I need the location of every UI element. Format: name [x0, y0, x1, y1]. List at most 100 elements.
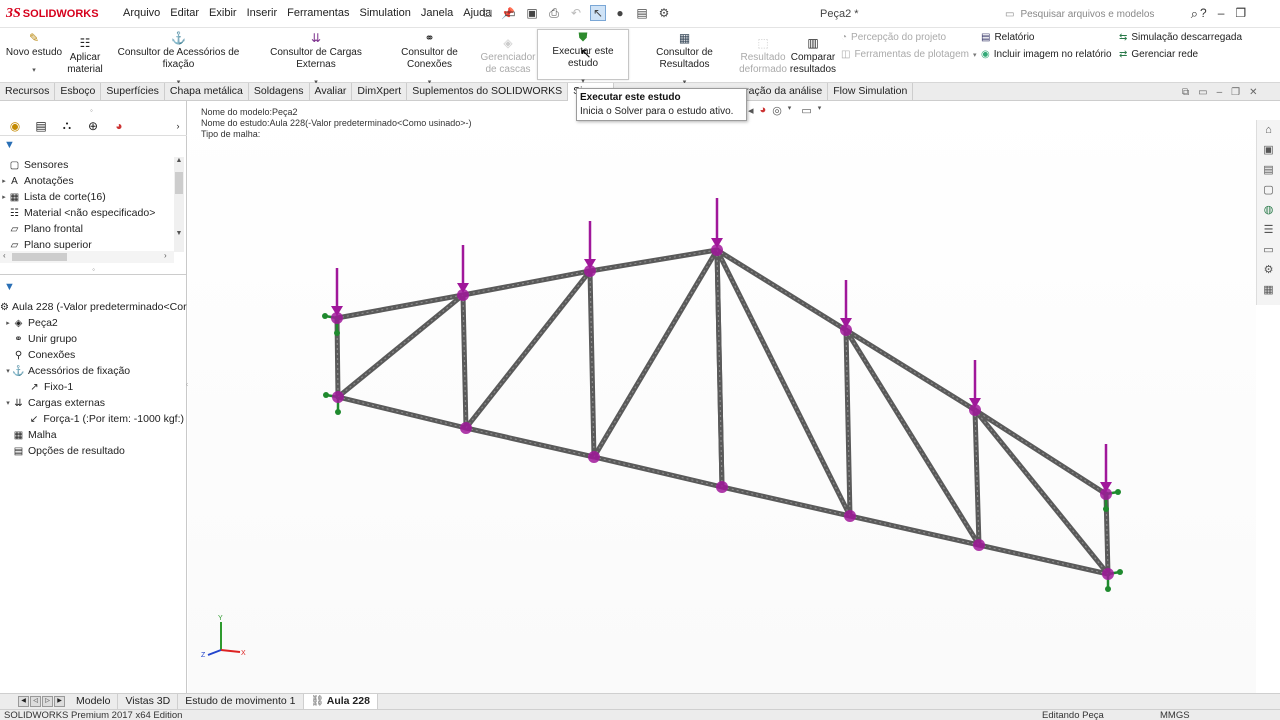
sim-tree-item[interactable]: ▸ ◈ Peça2: [0, 315, 184, 331]
tree-vertical-scrollbar[interactable]: ▲ ▼: [174, 157, 184, 252]
joint-node[interactable]: [457, 289, 469, 301]
menu-item-editar[interactable]: Editar: [165, 7, 204, 20]
rebuild-icon[interactable]: ●: [612, 5, 628, 21]
menu-item-janela[interactable]: Janela: [416, 7, 458, 20]
joint-node[interactable]: [332, 391, 344, 403]
forum-icon[interactable]: ⚙: [1257, 260, 1280, 280]
chevron-down-icon[interactable]: ▾: [818, 104, 822, 117]
expand-icon[interactable]: ▸: [0, 193, 8, 201]
tab-aula-228[interactable]: ⛓ Aula 228: [303, 693, 378, 710]
save-icon[interactable]: ▣: [524, 5, 540, 21]
options-gear-icon[interactable]: ⚙: [656, 5, 672, 21]
expand-icon[interactable]: ▾: [4, 399, 12, 407]
restore-icon[interactable]: ❐: [1235, 6, 1246, 20]
scrollbar-thumb[interactable]: [175, 172, 183, 194]
tab-chapa-metalica[interactable]: Chapa metálica: [165, 83, 249, 101]
sim-tree-item[interactable]: ▤ Opções de resultado: [0, 443, 184, 459]
tree-item-material[interactable]: ☷ Material <não especificado>: [0, 205, 184, 221]
connections-advisor-button[interactable]: ⚭ Consultor de Conexões ▾: [380, 31, 479, 89]
appearances-icon[interactable]: ☰: [1257, 220, 1280, 240]
search-box[interactable]: ▭ Pesquisar arquivos e modelos ⌕: [1005, 4, 1198, 24]
new-study-button[interactable]: ✎ Novo estudo ▾: [4, 31, 64, 77]
doc-minimize-icon[interactable]: ▭: [1198, 87, 1207, 98]
scroll-right-icon[interactable]: ›: [164, 251, 167, 260]
shell-manager-button[interactable]: ◈ Gerenciador de cascas: [480, 36, 536, 76]
sim-tree-item[interactable]: ⚭ Unir grupo: [0, 331, 184, 347]
joint-node[interactable]: [973, 539, 985, 551]
tree-horizontal-scrollbar[interactable]: ‹ ›: [0, 251, 174, 263]
help-icon[interactable]: ?: [1200, 6, 1207, 20]
open-icon[interactable]: ▭: [502, 5, 518, 21]
joint-node[interactable]: [844, 510, 856, 522]
menu-item-ferramentas[interactable]: Ferramentas: [282, 7, 354, 20]
tree-item-sensores[interactable]: ▢ Sensores: [0, 157, 184, 173]
joint-node[interactable]: [1102, 568, 1114, 580]
file-explorer-icon[interactable]: ▢: [1257, 180, 1280, 200]
joint-node[interactable]: [711, 244, 723, 256]
chevron-down-icon[interactable]: ▾: [4, 65, 64, 77]
resources-icon[interactable]: ▣: [1257, 140, 1280, 160]
scroll-up-icon[interactable]: ▲: [174, 157, 184, 164]
tab-recursos[interactable]: Recursos: [0, 83, 56, 101]
tile-icon[interactable]: ⧉: [1182, 87, 1189, 98]
feature-manager-icon[interactable]: ◉: [6, 119, 24, 133]
doc-restore-icon[interactable]: ❐: [1231, 87, 1240, 98]
design-insight-button[interactable]: ◔ Percepção do projeto: [841, 32, 946, 43]
expand-icon[interactable]: ▸: [4, 319, 12, 327]
sim-tree-item[interactable]: ↗ Fixo-1: [0, 379, 184, 395]
tab-vistas-3d[interactable]: Vistas 3D: [118, 693, 179, 710]
expand-panel-icon[interactable]: ›: [169, 121, 187, 131]
fixtures-advisor-button[interactable]: ⚓ Consultor de Acessórios de fixação ▾: [106, 31, 251, 89]
offloaded-simulation-button[interactable]: ⇆ Simulação descarregada: [1119, 32, 1242, 43]
graphics-area[interactable]: Y X Z: [188, 101, 1256, 693]
joint-node[interactable]: [969, 404, 981, 416]
manage-network-button[interactable]: ⇄ Gerenciar rede: [1119, 49, 1198, 60]
chevron-down-icon[interactable]: ▾: [973, 51, 977, 59]
minimize-icon[interactable]: –: [1218, 6, 1225, 20]
results-advisor-button[interactable]: ▦ Consultor de Resultados ▾: [632, 31, 737, 89]
menu-item-arquivo[interactable]: Arquivo: [118, 7, 165, 20]
expand-icon[interactable]: ▸: [0, 177, 8, 185]
tab-esboco[interactable]: Esboço: [55, 83, 102, 101]
joint-node[interactable]: [1100, 488, 1112, 500]
scrollbar-thumb[interactable]: [12, 253, 67, 261]
joint-node[interactable]: [716, 481, 728, 493]
view-settings-icon[interactable]: ◂: [748, 104, 754, 117]
sim-tree-item[interactable]: ▦ Malha: [0, 427, 184, 443]
search-input[interactable]: Pesquisar arquivos e modelos: [1020, 9, 1154, 20]
solidworks-forum-icon[interactable]: ▦: [1257, 280, 1280, 300]
sim-tree-item[interactable]: ⚲ Conexões: [0, 347, 184, 363]
sim-tree-item[interactable]: ⚙ Aula 228 (-Valor predeterminado<Cor: [0, 299, 187, 315]
tab-superficies[interactable]: Superfícies: [101, 83, 165, 101]
design-library-icon[interactable]: ▤: [1257, 160, 1280, 180]
compare-results-button[interactable]: ▥ Comparar resultados: [789, 36, 837, 76]
tab-modelo[interactable]: Modelo: [69, 693, 119, 710]
tab-suplementos[interactable]: Suplementos do SOLIDWORKS: [407, 83, 569, 101]
solidworks-logo[interactable]: 3S SOLIDWORKS: [6, 5, 99, 23]
home-icon[interactable]: ⌂: [1257, 120, 1280, 140]
display-manager-icon[interactable]: ◕: [110, 119, 128, 133]
sim-tree-item[interactable]: ▾ ⚓ Acessórios de fixação: [0, 363, 184, 379]
tab-soldagens[interactable]: Soldagens: [249, 83, 310, 101]
next-tab-icon[interactable]: ▷: [42, 696, 53, 707]
joint-node[interactable]: [584, 265, 596, 277]
search-icon[interactable]: ⌕: [1191, 6, 1198, 22]
joint-node[interactable]: [331, 312, 343, 324]
tab-flow-simulation[interactable]: Flow Simulation: [828, 83, 914, 101]
chevron-down-icon[interactable]: ▾: [788, 104, 792, 117]
menu-item-inserir[interactable]: Inserir: [242, 7, 283, 20]
scroll-down-icon[interactable]: ▼: [174, 230, 184, 237]
joint-node[interactable]: [840, 324, 852, 336]
dimxpert-manager-icon[interactable]: ⊕: [84, 119, 102, 133]
expand-icon[interactable]: ▾: [4, 367, 12, 375]
report-button[interactable]: ▤ Relatório: [981, 32, 1034, 43]
menu-item-exibir[interactable]: Exibir: [204, 7, 242, 20]
select-icon[interactable]: ↖: [590, 5, 606, 21]
property-manager-icon[interactable]: ▤: [32, 119, 50, 133]
tab-estudo-movimento[interactable]: Estudo de movimento 1: [178, 693, 304, 710]
panel-splitter-handle[interactable]: ◦: [90, 106, 93, 115]
deformed-result-button[interactable]: ⬚ Resultado deformado: [738, 36, 788, 76]
doc-minimize-icon[interactable]: –: [1217, 87, 1223, 98]
tab-avaliar[interactable]: Avaliar: [310, 83, 353, 101]
filter-icon[interactable]: ▼: [4, 139, 15, 151]
